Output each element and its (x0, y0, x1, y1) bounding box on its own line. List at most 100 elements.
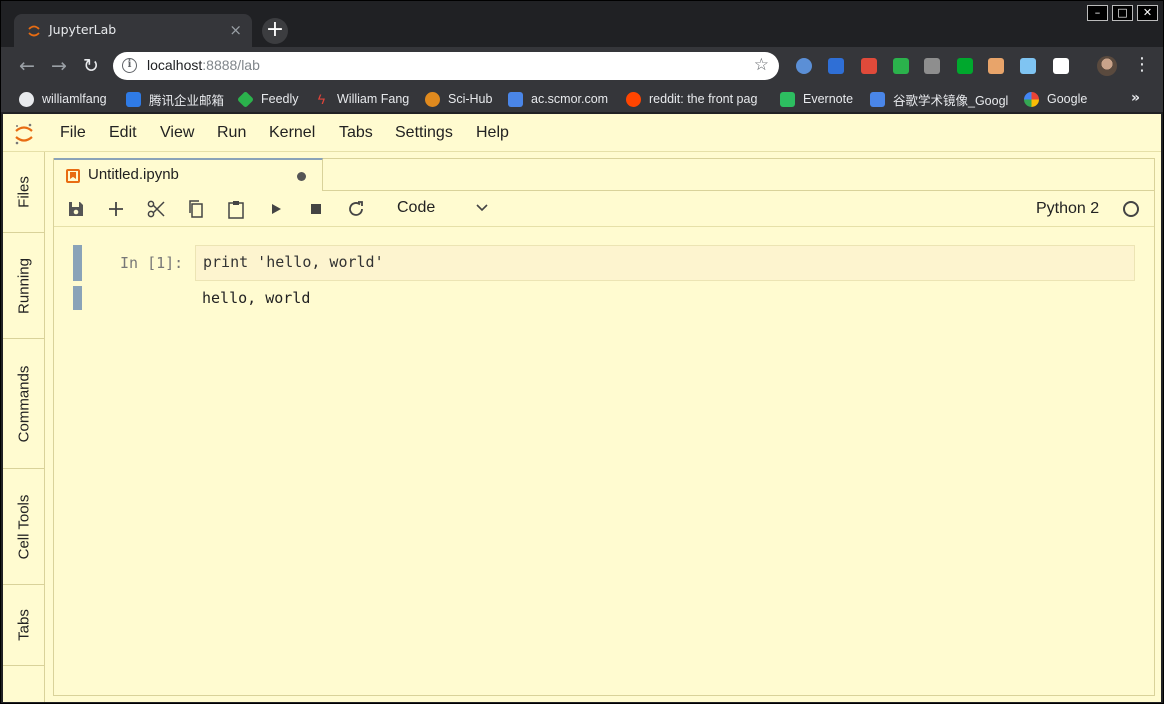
back-arrow-icon[interactable]: ← (14, 53, 40, 79)
bookmark-scmor[interactable]: ac.scmor.com (508, 90, 608, 108)
bookmark-evernote[interactable]: Evernote (780, 90, 853, 108)
cell-collapser-input[interactable] (73, 245, 82, 281)
evernote-icon (780, 91, 795, 107)
sidebar-tab-files[interactable]: Files (3, 152, 45, 233)
ext-ghost-icon[interactable] (924, 58, 940, 74)
minimize-button[interactable]: – (1087, 5, 1108, 21)
notebook-panel: Untitled.ipynb Code Python 2 In [1]: pri… (53, 158, 1155, 696)
notebook-tab[interactable]: Untitled.ipynb (54, 158, 323, 191)
reload-icon[interactable]: ↻ (78, 53, 104, 79)
cell-type-select[interactable]: Code (397, 199, 435, 217)
sidebar-tab-cell-tools[interactable]: Cell Tools (3, 469, 45, 585)
jupyter-favicon-icon (28, 25, 40, 37)
kernel-name[interactable]: Python 2 (1036, 200, 1099, 218)
ext-evernote-icon[interactable] (957, 58, 973, 74)
bookmark-google[interactable]: Google (1024, 90, 1087, 108)
sidebar-label: Cell Tools (15, 494, 33, 559)
feedly-icon (237, 90, 254, 108)
ext-orange-face-icon[interactable] (988, 58, 1004, 74)
sidebar-label: Files (15, 176, 33, 208)
bookmark-label: ac.scmor.com (531, 92, 609, 106)
menu-view[interactable]: View (160, 124, 194, 142)
menu-kebab-icon[interactable]: ⋮ (1133, 55, 1151, 75)
forward-arrow-icon[interactable]: → (46, 53, 72, 79)
cell-prompt: In [1]: (120, 254, 184, 272)
bookmark-google-scholar-mirror[interactable]: 谷歌学术镜像_Googl (870, 90, 1008, 108)
bookmark-tencent-mail[interactable]: 腾讯企业邮箱 (126, 90, 224, 108)
sidebar-tab-commands[interactable]: Commands (3, 339, 45, 469)
bookmark-williamlfang[interactable]: williamlfang (19, 90, 107, 108)
code-cell-input[interactable]: print 'hello, world' (195, 245, 1135, 281)
menu-bar: File Edit View Run Kernel Tabs Settings … (3, 114, 1161, 152)
github-icon (19, 91, 34, 107)
bookmarks-bar: williamlfang 腾讯企业邮箱 Feedly ϟ William Fang… (1, 85, 1163, 113)
cut-icon[interactable] (145, 198, 167, 220)
bookmark-label: 谷歌学术镜像_Googl (893, 93, 1008, 108)
bookmark-label: Sci-Hub (448, 92, 493, 106)
address-bar[interactable]: i localhost:8888/lab ☆ (113, 52, 779, 80)
ext-blue-book-icon[interactable] (828, 58, 844, 74)
bookmark-label: William Fang (337, 92, 410, 106)
left-sidebar: Files Running Commands Cell Tools Tabs (3, 152, 45, 702)
bookmark-label: 腾讯企业邮箱 (149, 93, 225, 108)
paste-icon[interactable] (225, 198, 247, 220)
menu-help[interactable]: Help (476, 124, 509, 142)
notebook-toolbar: Code Python 2 (54, 191, 1154, 227)
cell-collapser-output[interactable] (73, 286, 82, 310)
stop-icon[interactable] (305, 198, 327, 220)
scihub-icon (425, 91, 440, 107)
sidebar-tab-tabs[interactable]: Tabs (3, 585, 45, 666)
browser-tab[interactable]: JupyterLab × (14, 14, 252, 47)
add-cell-icon[interactable] (105, 198, 127, 220)
browser-window: JupyterLab × + – □ ✕ ← → ↻ i localhost:8… (0, 0, 1164, 704)
cell-output: hello, world (202, 289, 311, 307)
url-host: localhost (147, 57, 203, 73)
copy-icon[interactable] (185, 198, 207, 220)
tab-title: JupyterLab (49, 22, 117, 37)
jupyter-logo-icon (15, 123, 33, 145)
bookmark-feedly[interactable]: Feedly (237, 90, 299, 108)
unsaved-dot-icon[interactable] (297, 172, 306, 181)
notebook-icon (66, 169, 80, 183)
ext-diamond-icon[interactable] (1020, 58, 1036, 74)
scholar-icon (870, 91, 885, 107)
menu-settings[interactable]: Settings (395, 124, 453, 142)
sidebar-label: Tabs (15, 609, 33, 641)
save-icon[interactable] (65, 198, 87, 220)
tencent-mail-icon (126, 91, 141, 107)
ext-green-feedly-icon[interactable] (893, 58, 909, 74)
menu-file[interactable]: File (60, 124, 86, 142)
site-info-icon[interactable]: i (122, 58, 137, 73)
bookmark-label: Evernote (803, 92, 854, 106)
close-window-button[interactable]: ✕ (1137, 5, 1158, 21)
bookmark-label: williamlfang (42, 92, 107, 106)
close-tab-icon[interactable]: × (229, 21, 242, 39)
chevron-down-icon[interactable] (474, 199, 490, 215)
menu-tabs[interactable]: Tabs (339, 124, 373, 142)
bookmark-label: Feedly (261, 92, 299, 106)
bolt-icon: ϟ (317, 90, 326, 107)
url-path: :8888/lab (202, 57, 260, 73)
bookmark-william-fang[interactable]: ϟ William Fang (314, 90, 409, 108)
kernel-status-icon (1123, 201, 1139, 217)
ext-chrome-multicolor-icon[interactable] (861, 58, 877, 74)
menu-run[interactable]: Run (217, 124, 246, 142)
maximize-button[interactable]: □ (1112, 5, 1133, 21)
ext-blue-circle-icon[interactable] (796, 58, 812, 74)
bookmark-reddit[interactable]: reddit: the front pag (626, 90, 764, 108)
new-tab-button[interactable]: + (262, 18, 288, 44)
menu-edit[interactable]: Edit (109, 124, 137, 142)
scholar-icon (508, 91, 523, 107)
reddit-icon (626, 91, 641, 107)
menu-kernel[interactable]: Kernel (269, 124, 315, 142)
more-bookmarks-icon[interactable]: » (1131, 90, 1140, 106)
restart-icon[interactable] (345, 198, 367, 220)
bookmark-scihub[interactable]: Sci-Hub (425, 90, 492, 108)
google-icon (1024, 91, 1039, 107)
bookmark-label: Google (1047, 92, 1088, 106)
sidebar-tab-running[interactable]: Running (3, 233, 45, 339)
bookmark-star-icon[interactable]: ☆ (754, 55, 769, 75)
ext-wikipedia-icon[interactable] (1053, 58, 1069, 74)
run-icon[interactable] (265, 198, 287, 220)
profile-avatar[interactable] (1097, 56, 1117, 76)
